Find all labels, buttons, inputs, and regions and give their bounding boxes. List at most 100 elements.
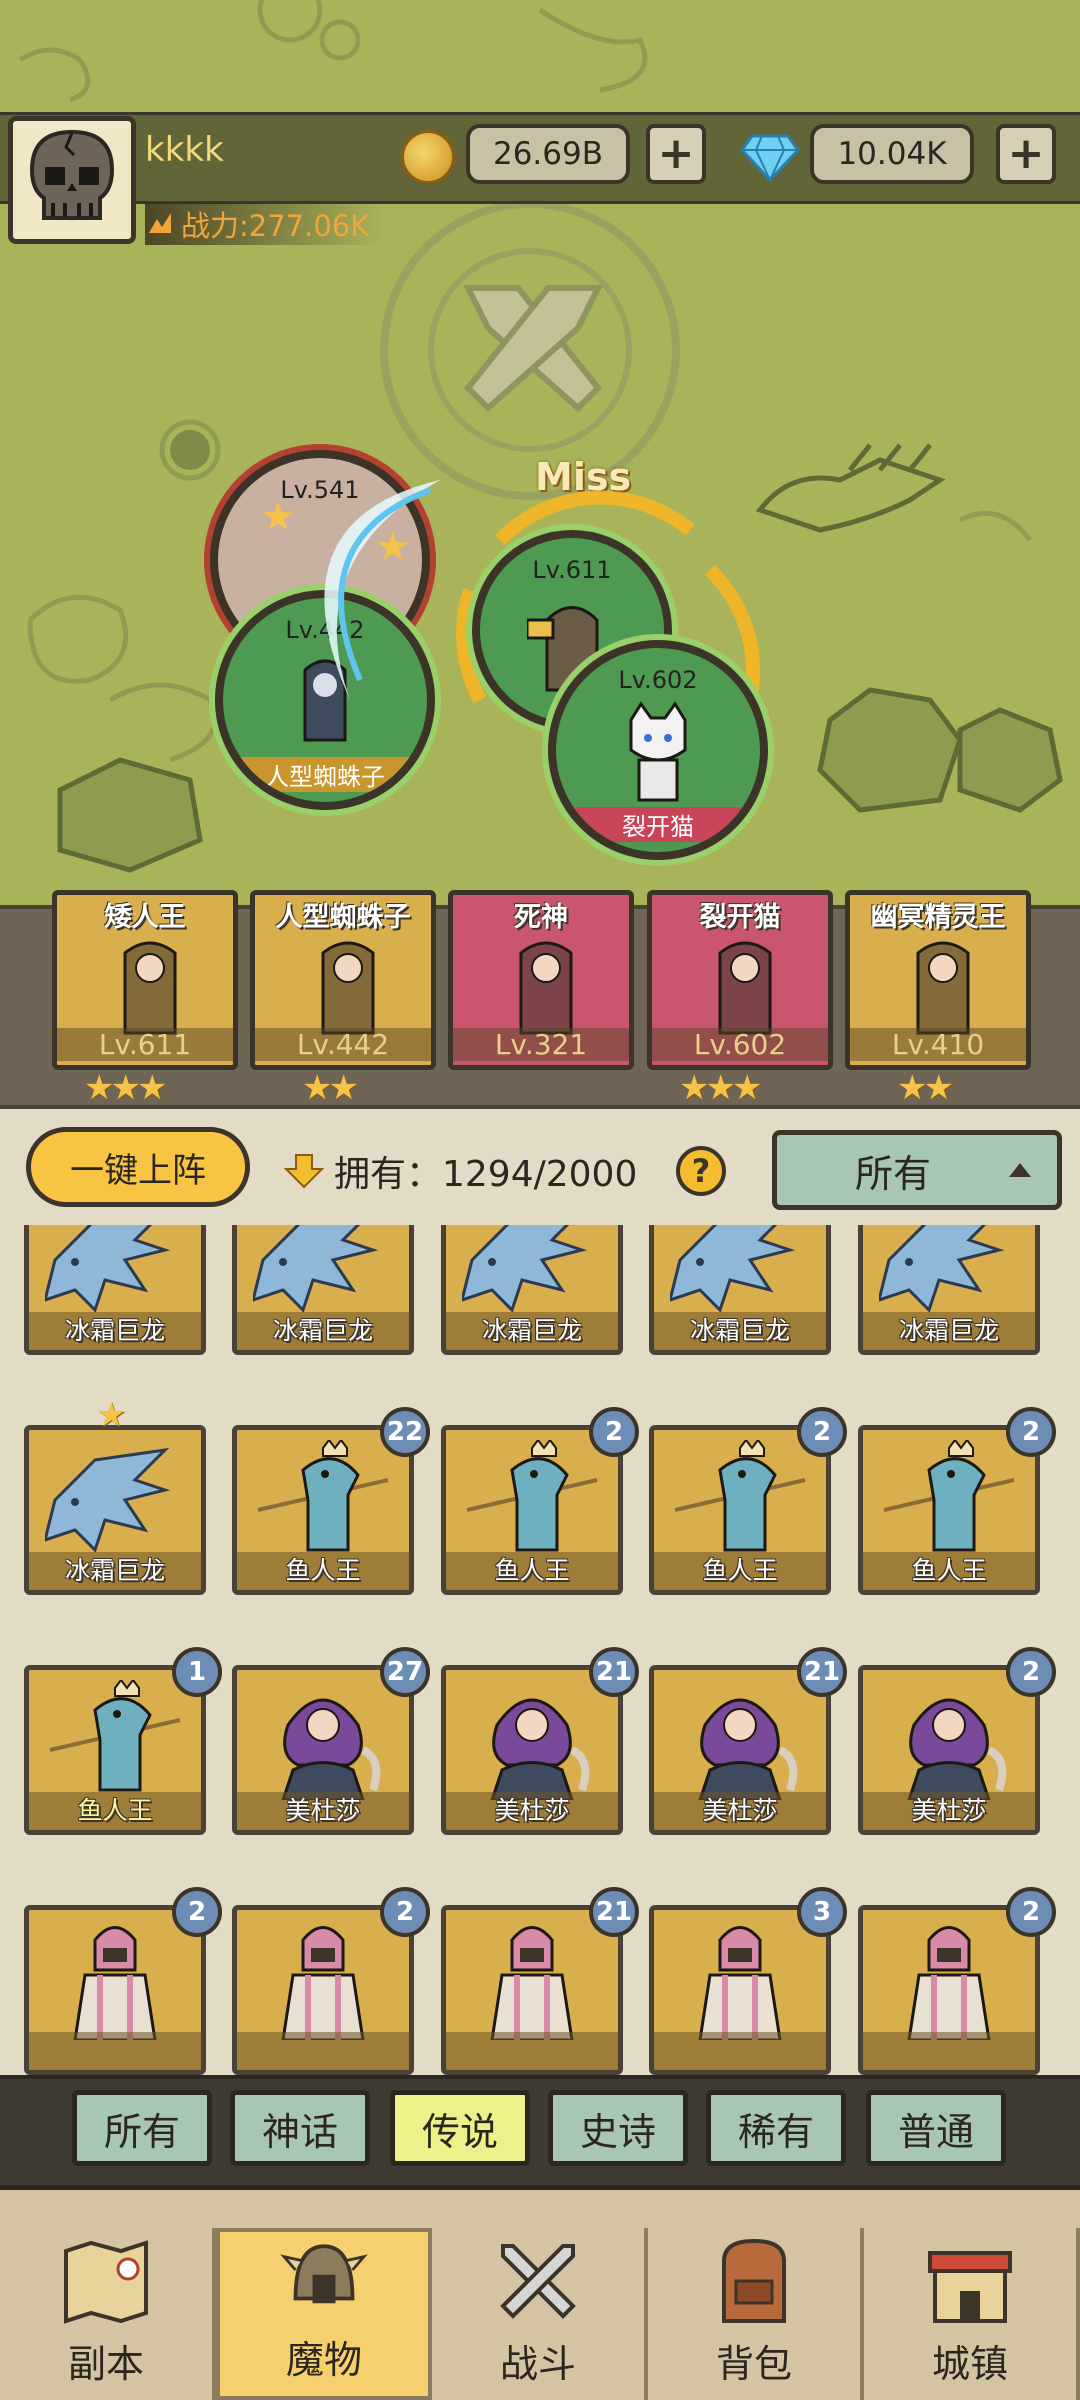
monster-card[interactable]: 冰霜巨龙 bbox=[858, 1225, 1040, 1355]
team-slot[interactable]: 人型蜘蛛子 Lv.442 bbox=[250, 890, 436, 1070]
monster-card[interactable]: 鱼人王 bbox=[232, 1425, 414, 1595]
team-member-level: Lv.611 bbox=[57, 1028, 233, 1061]
pink-knight-figure bbox=[490, 1926, 574, 2040]
nav-label: 战斗 bbox=[499, 2342, 576, 2386]
unit-level: Lv.602 bbox=[618, 666, 698, 694]
monster-card[interactable]: 美杜莎 bbox=[441, 1665, 623, 1835]
cat-girl-figure bbox=[629, 701, 687, 802]
rarity-tab[interactable]: 史诗 bbox=[548, 2090, 688, 2166]
owned-count-badge: 1 bbox=[172, 1647, 222, 1697]
rarity-tab[interactable]: 传说 bbox=[390, 2090, 530, 2166]
rarity-tab[interactable]: 普通 bbox=[866, 2090, 1006, 2166]
gold-amount: 26.69B bbox=[466, 124, 630, 184]
fishman-king-figure bbox=[674, 1440, 806, 1552]
unit-level: Lv.611 bbox=[532, 556, 612, 584]
monster-card[interactable]: 冰霜巨龙 bbox=[24, 1225, 206, 1355]
gold-coin-icon bbox=[401, 130, 455, 184]
medusa-figure bbox=[698, 1698, 798, 1800]
team-member-name: 矮人王 bbox=[104, 902, 186, 933]
rarity-tab[interactable]: 神话 bbox=[230, 2090, 370, 2166]
nav-tab[interactable]: 副本 bbox=[0, 2228, 216, 2400]
owned-count: 拥有：1294/2000 bbox=[334, 1154, 638, 1195]
owned-count-badge: 3 bbox=[797, 1887, 847, 1937]
monster-card[interactable]: 美杜莎 bbox=[649, 1665, 831, 1835]
owned-count-badge: 2 bbox=[172, 1887, 222, 1937]
monster-name: 冰霜巨龙 bbox=[863, 1312, 1035, 1350]
pink-knight-figure bbox=[698, 1926, 782, 2040]
monster-card[interactable]: 鱼人王 bbox=[858, 1425, 1040, 1595]
monster-name: 冰霜巨龙 bbox=[29, 1552, 201, 1590]
frost-dragon-figure bbox=[253, 1225, 379, 1313]
unit-name: 人型蜘蛛子 bbox=[223, 757, 427, 792]
nav-tab[interactable]: 战斗 bbox=[432, 2228, 648, 2400]
nav-tab[interactable]: 魔物 bbox=[216, 2228, 432, 2400]
monster-card[interactable]: 美杜莎 bbox=[858, 1665, 1040, 1835]
player-name: kkkk bbox=[145, 130, 224, 170]
player-avatar[interactable] bbox=[8, 116, 136, 244]
add-gems-button[interactable]: + bbox=[996, 124, 1056, 184]
monster-card[interactable]: 美杜莎 bbox=[232, 1665, 414, 1835]
fishman-king-figure bbox=[883, 1440, 1015, 1552]
backpack-icon bbox=[722, 2238, 786, 2323]
team-member-portrait bbox=[321, 941, 375, 1035]
team-member-portrait bbox=[916, 941, 970, 1035]
monster-card[interactable]: 冰霜巨龙 bbox=[232, 1225, 414, 1355]
team-slot[interactable]: 矮人王 Lv.611 bbox=[52, 890, 238, 1070]
monster-name: 美杜莎 bbox=[654, 1792, 826, 1830]
monster-card[interactable] bbox=[232, 1905, 414, 2075]
fishman-king-figure bbox=[49, 1680, 181, 1792]
auto-deploy-button[interactable]: 一键上阵 bbox=[26, 1127, 250, 1207]
owned-count-badge: 2 bbox=[1006, 1647, 1056, 1697]
pink-knight-figure bbox=[281, 1926, 365, 2040]
monster-name: 冰霜巨龙 bbox=[654, 1312, 826, 1350]
pink-knight-figure bbox=[907, 1926, 991, 2040]
monster-card[interactable] bbox=[24, 1905, 206, 2075]
add-gold-button[interactable]: + bbox=[646, 124, 706, 184]
monster-card[interactable]: 鱼人王 bbox=[649, 1425, 831, 1595]
help-icon[interactable]: ? bbox=[676, 1146, 726, 1196]
filter-dropdown[interactable]: 所有 bbox=[772, 1130, 1062, 1210]
nav-label: 背包 bbox=[715, 2342, 792, 2386]
rarity-tab[interactable]: 所有 bbox=[72, 2090, 212, 2166]
team-slot[interactable]: 幽冥精灵王 Lv.410 bbox=[845, 890, 1031, 1070]
monster-name bbox=[654, 2032, 826, 2070]
team-member-name: 人型蜘蛛子 bbox=[275, 902, 411, 933]
slash-effect: ★ ★ bbox=[260, 480, 440, 700]
monster-name bbox=[446, 2032, 618, 2070]
team-slot[interactable]: 裂开猫 Lv.602 bbox=[647, 890, 833, 1070]
svg-text:★: ★ bbox=[260, 494, 296, 540]
owned-count-badge: 27 bbox=[380, 1647, 430, 1697]
rarity-tab[interactable]: 稀有 bbox=[706, 2090, 846, 2166]
crossed-swords-icon bbox=[500, 2244, 576, 2319]
team-member-level: Lv.602 bbox=[652, 1028, 828, 1061]
monster-card[interactable]: 鱼人王 bbox=[24, 1665, 206, 1835]
owned-count-badge: 22 bbox=[380, 1407, 430, 1457]
gem-amount: 10.04K bbox=[810, 124, 974, 184]
monster-name: 鱼人王 bbox=[446, 1552, 618, 1590]
monster-name bbox=[863, 2032, 1035, 2070]
team-member-name: 死神 bbox=[514, 902, 568, 933]
frost-dragon-figure bbox=[879, 1225, 1005, 1313]
owned-count-badge: 2 bbox=[1006, 1407, 1056, 1457]
diamond-icon bbox=[740, 134, 800, 183]
monster-card[interactable] bbox=[649, 1905, 831, 2075]
monster-card[interactable]: 冰霜巨龙 bbox=[24, 1425, 206, 1595]
combat-power-label: 战力:277.06K bbox=[181, 209, 370, 243]
monster-card[interactable]: 冰霜巨龙 bbox=[441, 1225, 623, 1355]
team-member-stars: ★★★ bbox=[679, 1068, 762, 1108]
power-icon bbox=[149, 213, 171, 233]
nav-label: 副本 bbox=[67, 2342, 144, 2386]
nav-tab[interactable]: 背包 bbox=[648, 2228, 864, 2400]
monster-name: 冰霜巨龙 bbox=[237, 1312, 409, 1350]
monster-card[interactable] bbox=[441, 1905, 623, 2075]
team-slot[interactable]: 死神 Lv.321 bbox=[448, 890, 634, 1070]
monster-card[interactable]: 冰霜巨龙 bbox=[649, 1225, 831, 1355]
owned-count-badge: 2 bbox=[589, 1407, 639, 1457]
monster-card[interactable]: 鱼人王 bbox=[441, 1425, 623, 1595]
nav-label: 魔物 bbox=[285, 2338, 362, 2382]
nav-tab[interactable]: 城镇 bbox=[864, 2228, 1080, 2400]
monster-name: 鱼人王 bbox=[237, 1552, 409, 1590]
unit-name: 裂开猫 bbox=[556, 807, 760, 842]
monster-card[interactable] bbox=[858, 1905, 1040, 2075]
team-member-name: 裂开猫 bbox=[699, 902, 781, 933]
